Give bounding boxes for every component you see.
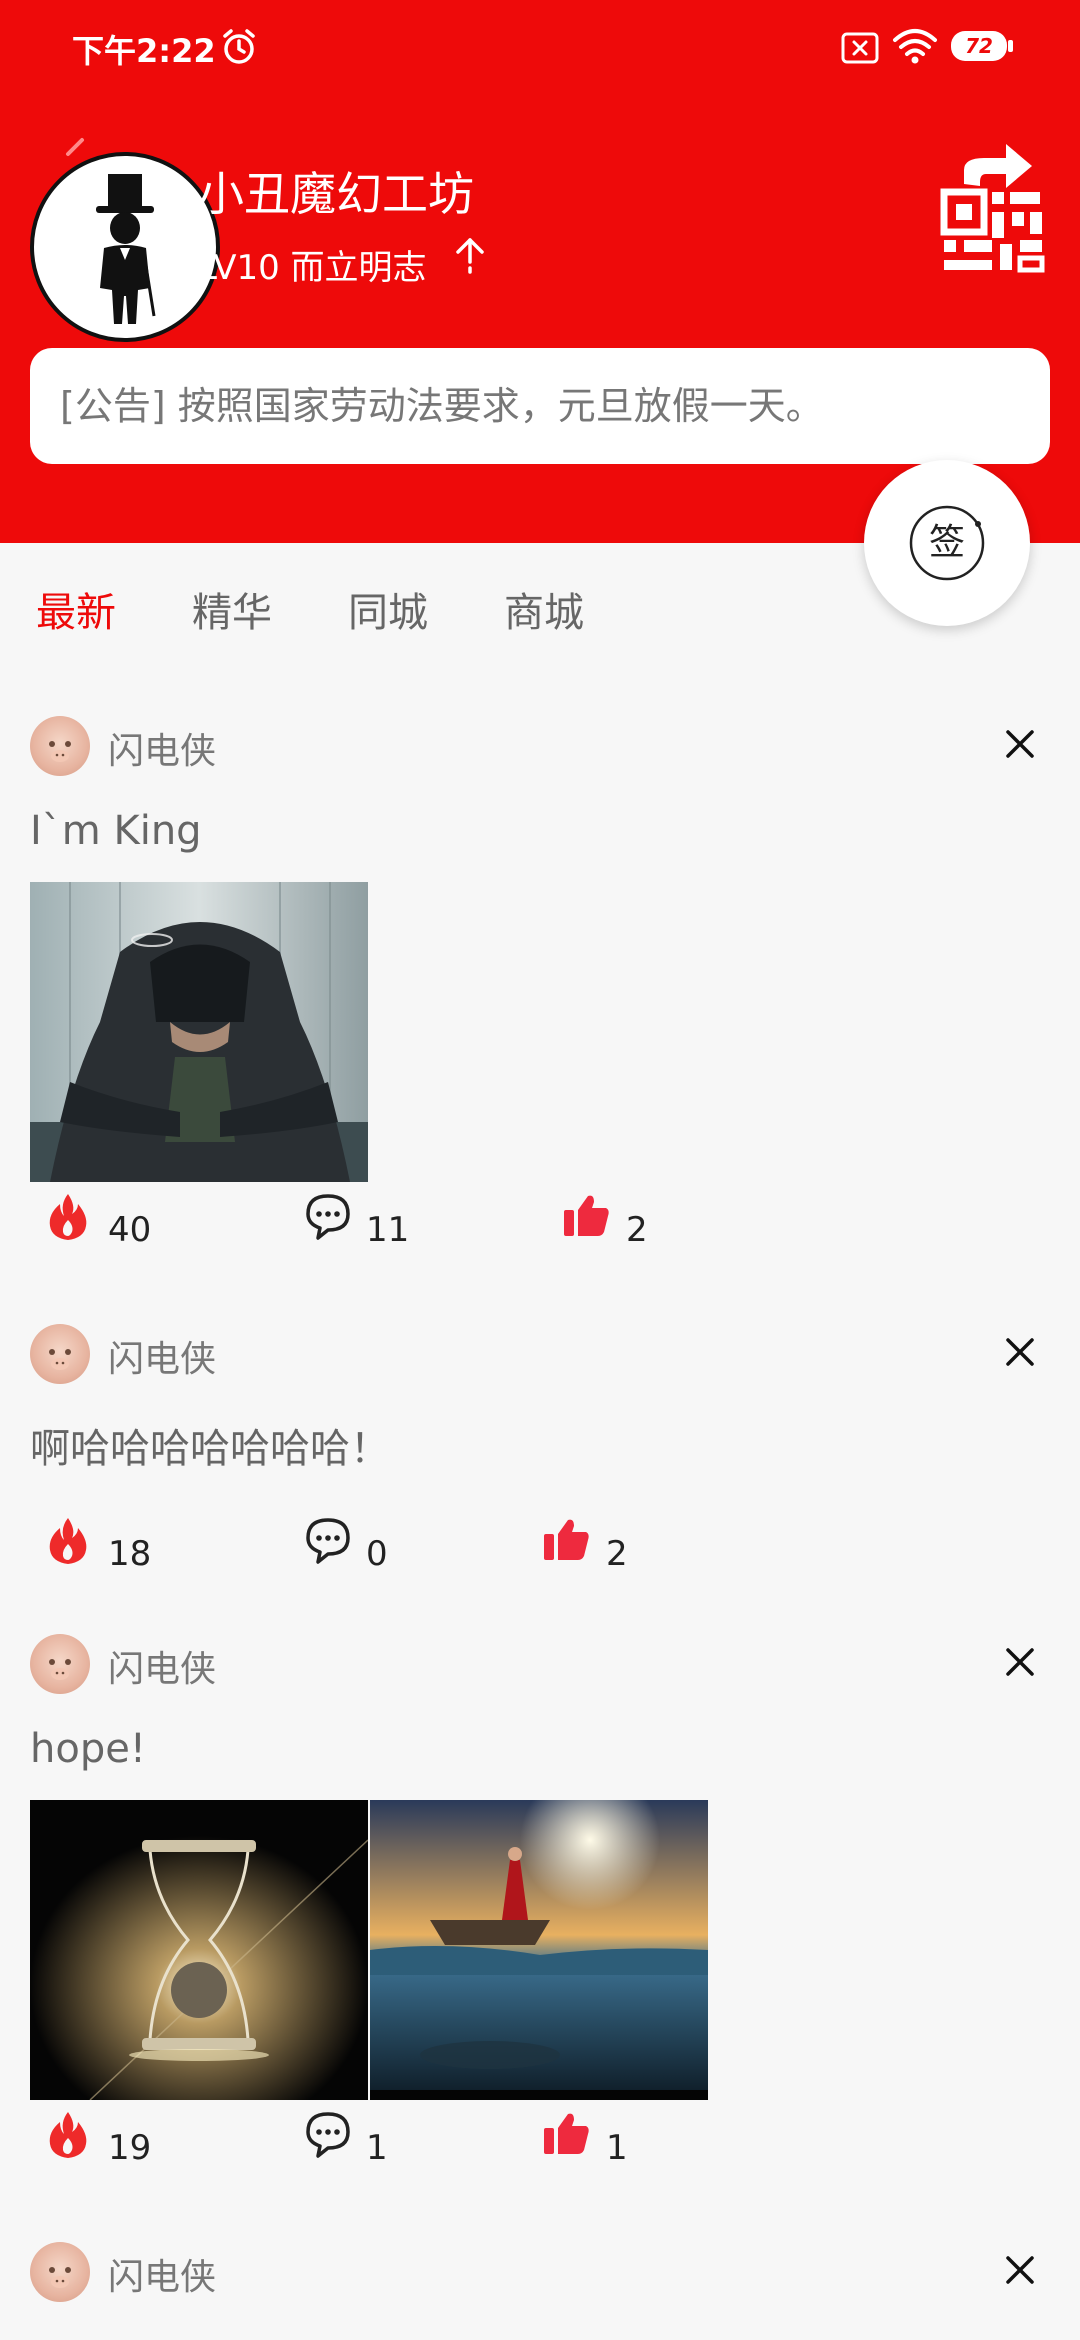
share-qr-icon[interactable] [940,134,1046,274]
hourglass-photo [30,1800,368,2100]
like-count: 1 [606,2128,628,2168]
group-avatar[interactable] [30,152,220,342]
close-icon[interactable] [1002,726,1038,762]
comment-count: 0 [366,1534,388,1574]
monkey-face-icon [49,1659,71,1680]
close-icon[interactable] [1002,1334,1038,1370]
tab-store[interactable]: 商城 [504,580,584,638]
hooded-man-photo [30,882,368,1182]
magician-silhouette-icon [96,174,156,324]
comment-count: 1 [366,2128,388,2168]
author-avatar[interactable] [30,716,90,776]
like-count: 2 [606,1534,628,1574]
comment-icon[interactable] [302,2108,354,2160]
tab-local[interactable]: 同城 [348,580,428,638]
battery-level: 72 [965,34,993,58]
group-level: LV10 而立明志 [198,248,427,288]
post-text: I`m King [30,808,202,854]
arrow-up-icon[interactable] [450,236,490,282]
author-name[interactable]: 闪电侠 [108,2248,216,2300]
author-name[interactable]: 闪电侠 [108,722,216,774]
group-name: 小丑魔幻工坊 [198,167,474,221]
monkey-face-icon [49,2267,71,2288]
thumbs-up-icon[interactable] [540,2108,592,2160]
like-count: 2 [626,1210,648,1250]
post-card[interactable]: 闪电侠 I`m King 40 11 2 [0,716,1080,1276]
post-image-hooded-man[interactable] [30,882,368,1182]
alarm-icon [223,29,255,64]
boat-at-sea-photo [370,1800,708,2100]
status-time: 下午2:22 [72,32,216,70]
hot-count: 40 [108,1210,152,1250]
author-avatar[interactable] [30,1324,90,1384]
post-card[interactable]: 闪电侠 [0,2242,1080,2340]
author-avatar[interactable] [30,2242,90,2302]
post-card[interactable]: 闪电侠 啊哈哈哈哈哈哈哈！ 18 0 2 [0,1324,1080,1684]
close-icon[interactable] [1002,1644,1038,1680]
comment-icon[interactable] [302,1514,354,1566]
thumbs-up-icon[interactable] [560,1190,612,1242]
author-avatar[interactable] [30,1634,90,1694]
post-text: 啊哈哈哈哈哈哈哈！ [30,1426,390,1472]
comment-count: 11 [366,1210,410,1250]
tab-latest[interactable]: 最新 [36,580,116,638]
tab-featured[interactable]: 精华 [192,580,272,638]
fire-icon[interactable] [42,1514,94,1566]
fire-icon[interactable] [42,2108,94,2160]
announcement-text: [公告] 按照国家劳动法要求，元旦放假一天。 [60,384,824,428]
author-name[interactable]: 闪电侠 [108,1330,216,1382]
no-sim-icon [841,32,879,64]
wifi-icon [893,29,937,64]
announcement-bar[interactable]: [公告] 按照国家劳动法要求，元旦放假一天。 [30,348,1050,464]
monkey-face-icon [49,1349,71,1370]
post-text: hope! [30,1726,146,1772]
close-icon[interactable] [1002,2252,1038,2288]
post-image-boat[interactable] [370,1800,708,2100]
hot-count: 19 [108,2128,152,2168]
fire-icon[interactable] [42,1190,94,1242]
thumbs-up-icon[interactable] [540,1514,592,1566]
comment-icon[interactable] [302,1190,354,1242]
battery-indicator: 72 [950,30,1014,62]
post-card[interactable]: 闪电侠 hope! 19 1 1 [0,1634,1080,2194]
feed-tabs: 最新 精华 同城 商城 [0,580,1080,660]
post-image-hourglass[interactable] [30,1800,368,2100]
monkey-face-icon [49,741,71,762]
status-bar: 下午2:22 72 [0,0,1080,96]
author-name[interactable]: 闪电侠 [108,1640,216,1692]
hot-count: 18 [108,1534,152,1574]
